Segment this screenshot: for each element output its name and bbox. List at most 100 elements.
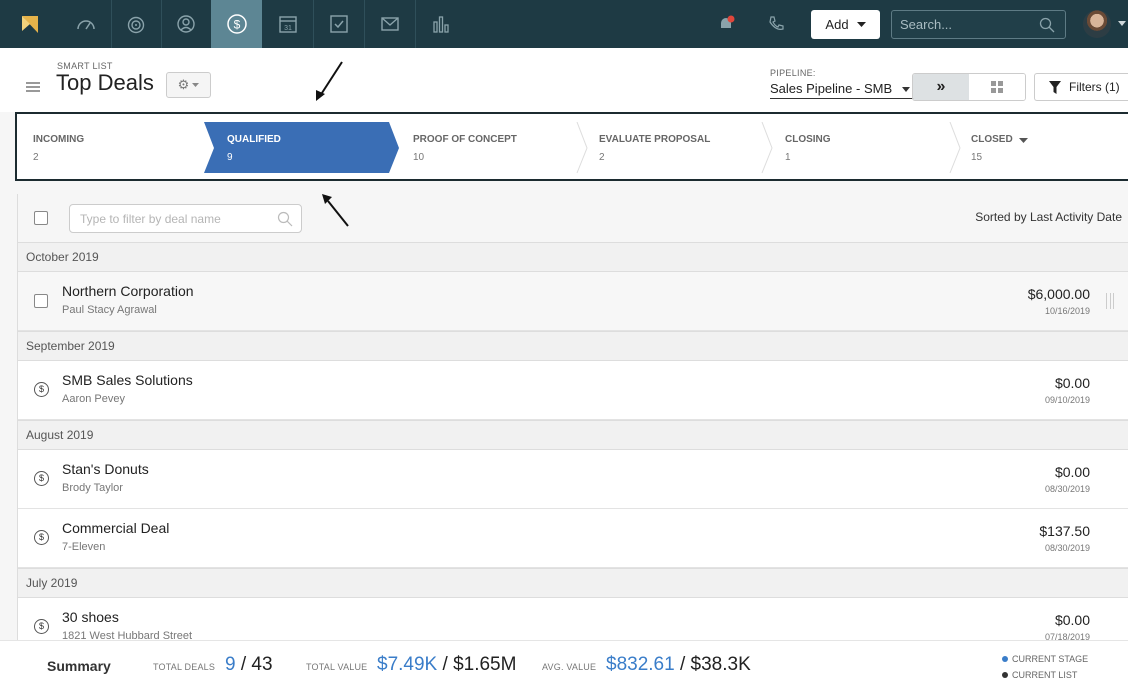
deal-value: $0.00 bbox=[1054, 464, 1090, 480]
gear-icon: ⚙ bbox=[177, 77, 190, 92]
add-button[interactable]: Add bbox=[811, 10, 880, 39]
caret-down-icon bbox=[192, 82, 200, 87]
avg-value-label: AVG. VALUE bbox=[542, 662, 597, 672]
search-input[interactable] bbox=[892, 11, 1032, 38]
list-item[interactable]: $ Stan's Donuts Brody Taylor $0.00 08/30… bbox=[18, 450, 1128, 509]
total-value-value: $7.49K / $1.65M bbox=[377, 654, 516, 676]
avg-value-all: / $38.3K bbox=[679, 654, 751, 675]
stage-evaluate-proposal[interactable]: EVALUATE PROPOSAL 2 bbox=[599, 122, 769, 173]
deal-filter-input[interactable] bbox=[70, 205, 270, 232]
stage-count: 9 bbox=[227, 152, 233, 163]
deal-list: Sorted by Last Activity Date October 201… bbox=[18, 194, 1128, 640]
grid-view-button[interactable] bbox=[969, 74, 1025, 100]
deal-date: 07/18/2019 bbox=[1044, 632, 1090, 640]
total-deals-value: 9 / 43 bbox=[225, 654, 273, 676]
total-value-label: TOTAL VALUE bbox=[306, 662, 368, 672]
deal-value: $0.00 bbox=[1054, 375, 1090, 391]
stage-count: 10 bbox=[413, 152, 425, 163]
group-header: October 2019 bbox=[18, 242, 1128, 272]
deal-title[interactable]: 30 shoes bbox=[62, 609, 119, 625]
search-icon[interactable] bbox=[1039, 17, 1055, 33]
list-item[interactable]: $ SMB Sales Solutions Aaron Pevey $0.00 … bbox=[18, 361, 1128, 420]
deal-value: $137.50 bbox=[1039, 523, 1090, 539]
deal-date: 08/30/2019 bbox=[1044, 543, 1090, 553]
deals-icon[interactable]: $ bbox=[211, 0, 262, 48]
view-toggle: » bbox=[912, 73, 1026, 101]
avatar-caret-icon[interactable] bbox=[1118, 21, 1126, 27]
search-icon bbox=[277, 211, 293, 227]
menu-icon[interactable] bbox=[26, 82, 40, 92]
stage-bar: INCOMING 2 QUALIFIED 9 PROOF OF CONCEPT … bbox=[15, 112, 1128, 181]
calendar-icon[interactable]: 31 bbox=[262, 0, 313, 48]
stage-name: PROOF OF CONCEPT bbox=[413, 134, 517, 145]
deal-title[interactable]: Commercial Deal bbox=[62, 520, 169, 536]
group-header: September 2019 bbox=[18, 331, 1128, 361]
dollar-icon: $ bbox=[34, 619, 49, 634]
summary-title: Summary bbox=[47, 658, 111, 674]
deal-title[interactable]: Northern Corporation bbox=[62, 283, 194, 299]
settings-button[interactable]: ⚙ bbox=[166, 72, 211, 98]
caret-down-icon[interactable] bbox=[1019, 138, 1028, 144]
list-item[interactable]: $ 30 shoes 1821 West Hubbard Street $0.0… bbox=[18, 598, 1128, 640]
sort-label[interactable]: Sorted by Last Activity Date bbox=[975, 210, 1122, 224]
search-box[interactable] bbox=[891, 10, 1066, 39]
avatar[interactable] bbox=[1083, 10, 1111, 38]
avg-value-current: $832.61 bbox=[606, 654, 675, 675]
stage-incoming[interactable]: INCOMING 2 bbox=[33, 122, 203, 173]
stage-name: CLOSING bbox=[785, 134, 831, 145]
legend-current-list-label: CURRENT LIST bbox=[1012, 670, 1078, 680]
list-item[interactable]: Northern Corporation Paul Stacy Agrawal … bbox=[18, 272, 1128, 331]
top-nav-bar: $ 31 Add bbox=[0, 0, 1128, 48]
select-all-checkbox[interactable] bbox=[34, 211, 48, 225]
deal-title[interactable]: Stan's Donuts bbox=[62, 461, 149, 477]
drag-handle-icon[interactable] bbox=[1106, 293, 1114, 309]
deal-value: $0.00 bbox=[1054, 612, 1090, 628]
stage-qualified[interactable]: QUALIFIED 9 bbox=[227, 122, 397, 173]
stage-count: 2 bbox=[33, 152, 39, 163]
svg-text:31: 31 bbox=[284, 25, 292, 32]
mail-icon[interactable] bbox=[364, 0, 415, 48]
deal-value: $6,000.00 bbox=[1027, 286, 1090, 302]
avg-value-value: $832.61 / $38.3K bbox=[606, 654, 751, 676]
page-title: Top Deals bbox=[56, 70, 154, 95]
pipeline-view-button[interactable]: » bbox=[913, 74, 969, 100]
stage-name: QUALIFIED bbox=[227, 134, 281, 145]
list-left-border bbox=[17, 194, 18, 640]
stage-closing[interactable]: CLOSING 1 bbox=[785, 122, 955, 173]
total-deals-current: 9 bbox=[225, 654, 236, 675]
dashboard-icon[interactable] bbox=[60, 0, 111, 48]
pipeline-select-value: Sales Pipeline - SMB bbox=[770, 81, 893, 96]
deal-contact: Paul Stacy Agrawal bbox=[62, 304, 157, 316]
list-item[interactable]: $ Commercial Deal 7-Eleven $137.50 08/30… bbox=[18, 509, 1128, 568]
caret-down-icon bbox=[901, 87, 910, 92]
stage-count: 1 bbox=[785, 152, 791, 163]
annotation-arrow-down bbox=[316, 61, 343, 101]
dollar-icon: $ bbox=[34, 530, 49, 545]
legend-current-stage-label: CURRENT STAGE bbox=[1012, 654, 1089, 664]
filters-button[interactable]: Filters (1) bbox=[1034, 73, 1128, 101]
total-deals-all: / 43 bbox=[240, 654, 273, 675]
deal-date: 10/16/2019 bbox=[1044, 306, 1090, 316]
deal-title[interactable]: SMB Sales Solutions bbox=[62, 372, 193, 388]
pipeline-select[interactable]: Sales Pipeline - SMB bbox=[770, 81, 914, 99]
stage-closed[interactable]: CLOSED 15 bbox=[971, 122, 1121, 173]
stage-proof-of-concept[interactable]: PROOF OF CONCEPT 10 bbox=[413, 122, 583, 173]
reports-icon[interactable] bbox=[415, 0, 466, 48]
page-header: SMART LIST Top Deals ⚙ PIPELINE: Sales P… bbox=[0, 48, 1128, 112]
stage-count: 15 bbox=[971, 152, 983, 163]
group-header: August 2019 bbox=[18, 420, 1128, 450]
leads-icon[interactable] bbox=[110, 0, 161, 48]
phone-icon[interactable] bbox=[750, 0, 801, 48]
filters-label: Filters (1) bbox=[1069, 80, 1120, 94]
notifications-icon[interactable] bbox=[700, 0, 751, 48]
app-logo[interactable] bbox=[0, 0, 60, 48]
svg-text:$: $ bbox=[233, 18, 240, 32]
tasks-icon[interactable] bbox=[313, 0, 364, 48]
deal-contact: 1821 West Hubbard Street bbox=[62, 630, 193, 640]
dollar-icon: $ bbox=[34, 382, 49, 397]
contacts-icon[interactable] bbox=[160, 0, 211, 48]
row-checkbox[interactable] bbox=[34, 294, 48, 308]
total-value-current: $7.49K bbox=[377, 654, 438, 675]
group-header: July 2019 bbox=[18, 568, 1128, 598]
deal-filter-box[interactable] bbox=[69, 204, 302, 233]
